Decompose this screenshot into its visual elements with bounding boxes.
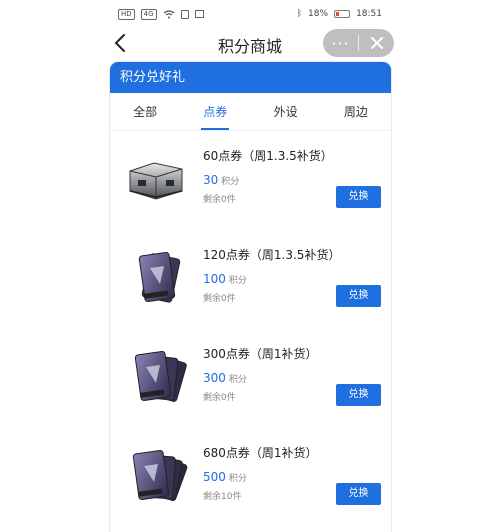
more-button[interactable]: ··· bbox=[323, 29, 358, 57]
battery-percent: 18% bbox=[308, 9, 329, 19]
item-points: 500 积分 bbox=[203, 470, 247, 484]
wifi-icon bbox=[163, 9, 174, 18]
status-left: HD 4G bbox=[118, 8, 204, 20]
bluetooth-icon: ᛒ bbox=[296, 9, 303, 19]
points-value: 100 bbox=[203, 272, 226, 286]
banner: 积分兑好礼 bbox=[110, 62, 391, 93]
card-stack-image bbox=[138, 252, 181, 303]
list-item: 680点券（周1补货） 500 积分 剩余10件 兑换 bbox=[110, 428, 391, 527]
item-name: 300点券（周1补货） bbox=[203, 347, 318, 361]
hd-badge: HD bbox=[118, 8, 135, 20]
tab-coupons[interactable]: 点券 bbox=[180, 93, 250, 130]
item-points: 300 积分 bbox=[203, 371, 247, 385]
page-title: 积分商城 bbox=[217, 37, 282, 56]
redeem-button[interactable]: 兑换 bbox=[336, 483, 381, 505]
points-value: 500 bbox=[203, 470, 226, 484]
points-unit: 积分 bbox=[221, 177, 240, 187]
silver-case-image bbox=[129, 162, 183, 200]
card-stack-image bbox=[134, 351, 187, 402]
signal-badge: 4G bbox=[140, 8, 157, 20]
list-item: 60点券（周1.3.5补货） 30 积分 剩余0件 兑换 bbox=[110, 131, 391, 230]
item-stock: 剩余10件 bbox=[203, 492, 242, 502]
item-points: 30 积分 bbox=[203, 173, 239, 187]
tab-merchandise[interactable]: 周边 bbox=[321, 93, 391, 130]
card-stack-image bbox=[132, 450, 188, 501]
redeem-button[interactable]: 兑换 bbox=[336, 384, 381, 406]
title-bar: 积分商城 ··· bbox=[0, 28, 500, 58]
tab-peripherals[interactable]: 外设 bbox=[251, 93, 321, 130]
close-icon bbox=[370, 37, 383, 49]
points-unit: 积分 bbox=[228, 474, 247, 484]
points-unit: 积分 bbox=[228, 276, 247, 286]
points-value: 30 bbox=[203, 173, 219, 187]
item-stock: 剩余0件 bbox=[203, 393, 236, 403]
status-right: ᛒ 18% 18:51 bbox=[297, 9, 382, 19]
product-list: 60点券（周1.3.5补货） 30 积分 剩余0件 兑换 120点券（周1.3.5… bbox=[110, 131, 391, 527]
tab-all[interactable]: 全部 bbox=[110, 93, 180, 130]
category-tabs: 全部 点券 外设 周边 bbox=[110, 93, 391, 131]
miniprogram-capsule: ··· bbox=[323, 29, 394, 57]
redeem-button[interactable]: 兑换 bbox=[336, 186, 381, 208]
close-button[interactable] bbox=[359, 29, 394, 57]
item-name: 60点券（周1.3.5补货） bbox=[203, 149, 333, 163]
item-name: 680点券（周1补货） bbox=[203, 446, 318, 460]
more-icon: ··· bbox=[331, 33, 350, 53]
photo-icon bbox=[194, 10, 204, 18]
clock: 18:51 bbox=[356, 9, 382, 19]
battery-icon bbox=[334, 10, 351, 18]
list-item: 300点券（周1补货） 300 积分 剩余0件 兑换 bbox=[110, 329, 391, 428]
status-bar: HD 4G ᛒ 18% 18:51 bbox=[0, 0, 500, 28]
list-item: 120点券（周1.3.5补货） 100 积分 剩余0件 兑换 bbox=[110, 230, 391, 329]
points-unit: 积分 bbox=[228, 375, 247, 385]
redeem-button[interactable]: 兑换 bbox=[336, 285, 381, 307]
item-points: 100 积分 bbox=[203, 272, 247, 286]
points-mall-card: 积分兑好礼 全部 点券 外设 周边 60点券（周1.3.5补货） 30 积分 剩… bbox=[110, 62, 391, 532]
item-name: 120点券（周1.3.5补货） bbox=[203, 248, 341, 262]
points-value: 300 bbox=[203, 371, 226, 385]
item-stock: 剩余0件 bbox=[203, 195, 236, 205]
item-stock: 剩余0件 bbox=[203, 294, 236, 304]
sim-icon bbox=[180, 9, 189, 19]
